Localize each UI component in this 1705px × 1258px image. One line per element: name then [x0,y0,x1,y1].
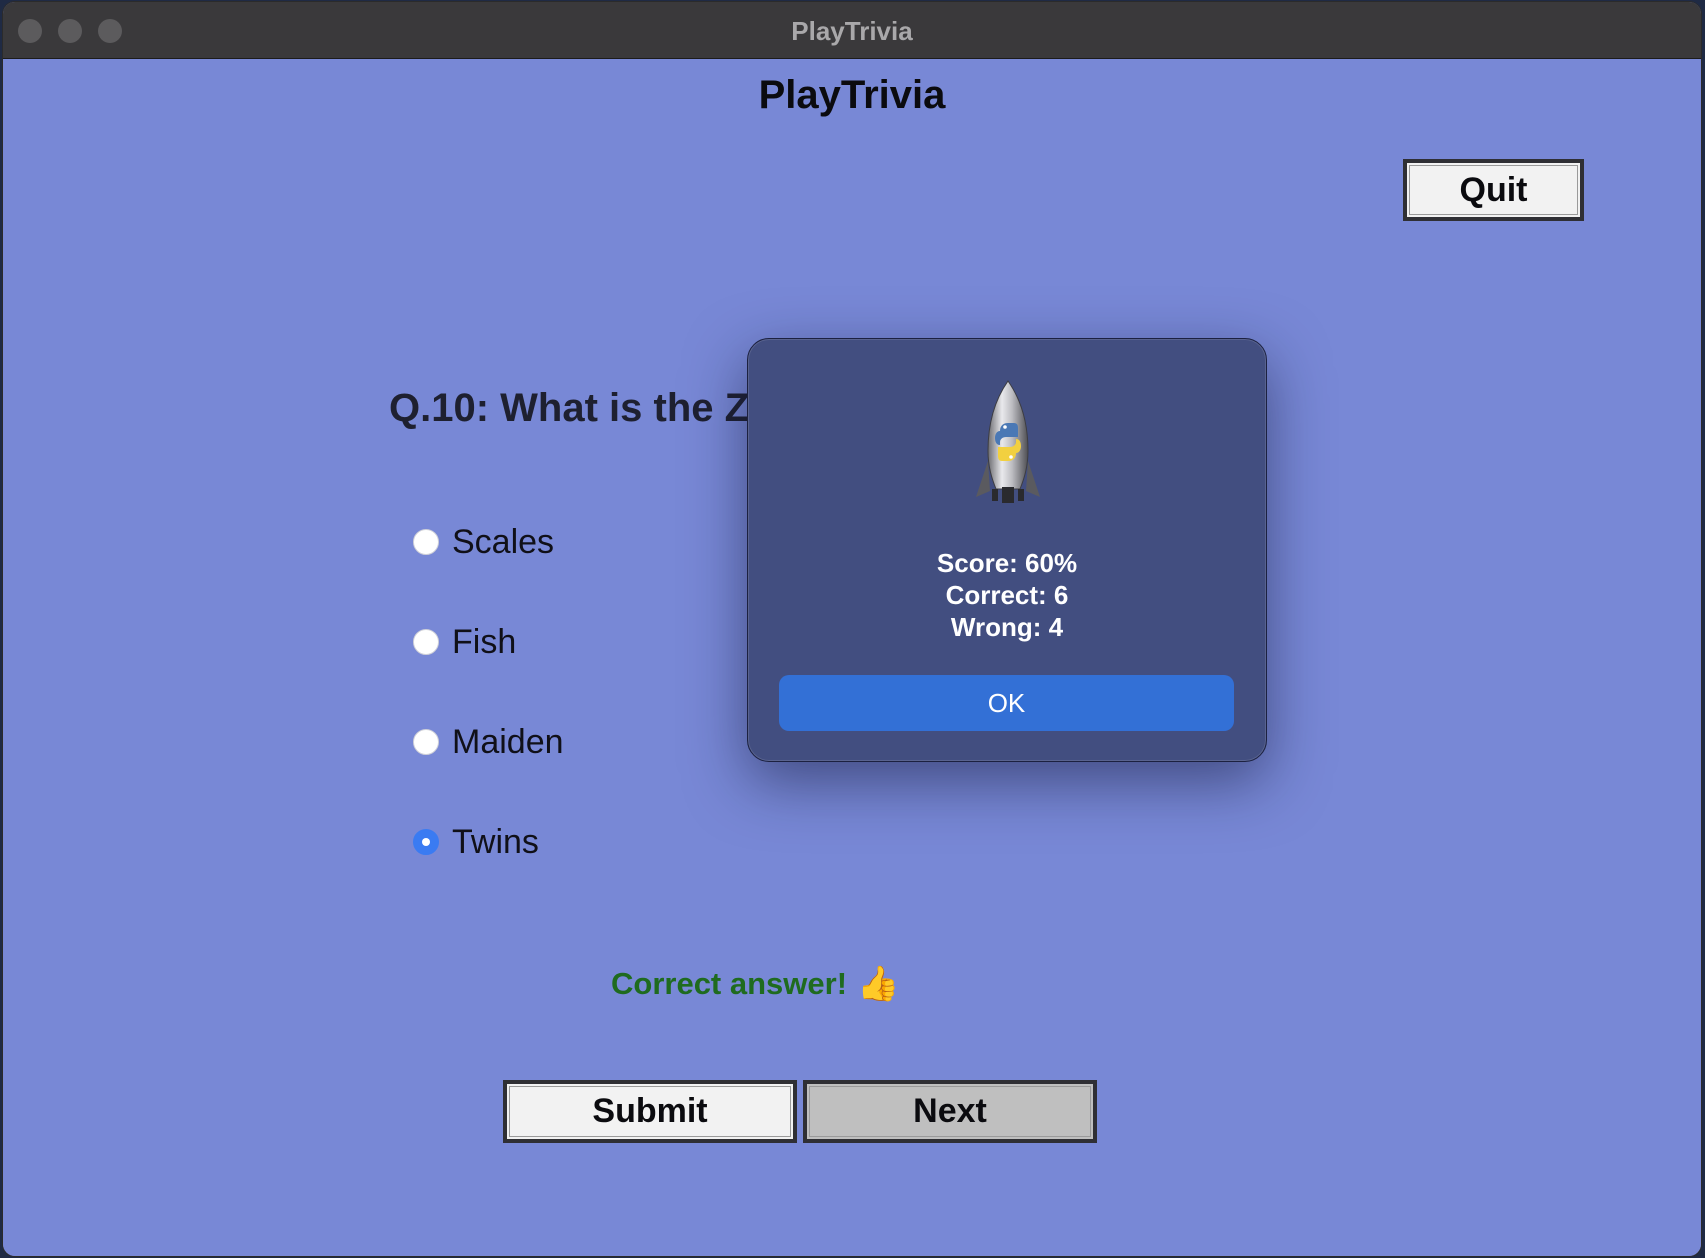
submit-button-label: Submit [592,1092,708,1130]
option-scales[interactable]: Scales [413,522,554,562]
radio-button[interactable] [413,629,439,655]
option-label: Fish [452,622,517,661]
app-heading: PlayTrivia [758,73,946,117]
option-label: Twins [452,822,539,861]
score-line: Score: 60% [936,548,1078,578]
score-dialog: Score: 60% Correct: 6 Wrong: 4 OK [747,338,1267,762]
thumbs-up-icon: 👍 [857,965,900,1003]
option-maiden[interactable]: Maiden [413,722,564,762]
next-button[interactable]: Next [803,1080,1097,1143]
feedback-message: Correct answer! 👍 [611,964,899,1004]
correct-line: Correct: 6 [945,580,1069,610]
question-text: Q.10: What is the Z [389,386,750,430]
app-window: PlayTrivia PlayTrivia Quit Q.10: What is… [3,2,1701,1256]
radio-button[interactable] [413,729,439,755]
submit-button[interactable]: Submit [503,1080,797,1143]
title-bar: PlayTrivia [3,2,1701,59]
quit-button[interactable]: Quit [1403,159,1584,221]
option-twins[interactable]: Twins [413,822,539,862]
window-title: PlayTrivia [791,16,913,46]
radio-button[interactable] [413,529,439,555]
option-label: Maiden [452,722,564,761]
option-fish[interactable]: Fish [413,622,516,662]
ok-button[interactable]: OK [779,675,1234,731]
wrong-line: Wrong: 4 [950,612,1064,642]
feedback-text: Correct answer! [611,966,848,1001]
score-summary: Score: 60% Correct: 6 Wrong: 4 [748,547,1266,643]
option-label: Scales [452,522,555,561]
next-button-label: Next [913,1092,987,1130]
radio-button-selected[interactable] [413,829,439,855]
quit-button-label: Quit [1459,170,1528,209]
python-rocket-icon [976,380,1040,503]
